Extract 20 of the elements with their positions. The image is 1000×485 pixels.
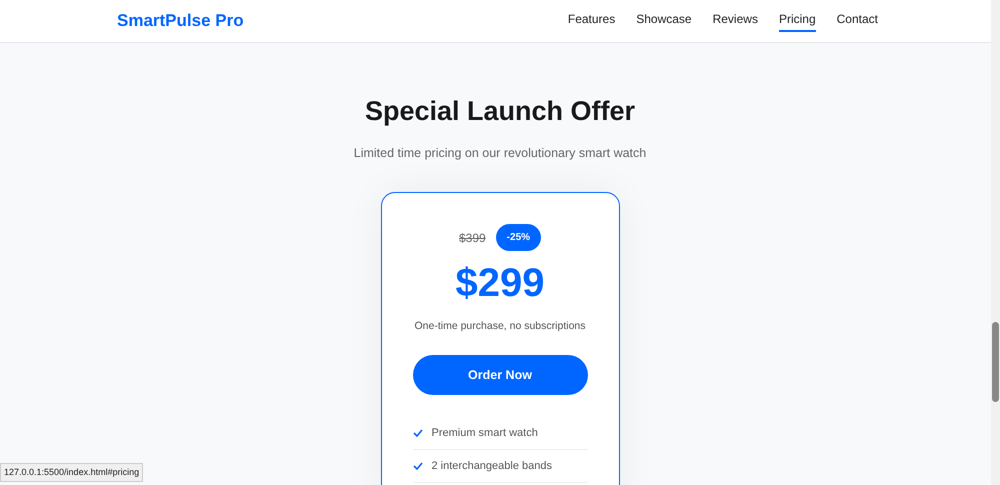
nav-link[interactable]: Pricing	[778, 10, 816, 32]
scrollbar[interactable]	[991, 0, 1000, 485]
nav-link[interactable]: Features	[568, 10, 616, 32]
discount-badge: -25%	[496, 224, 542, 252]
order-now-button[interactable]: Order Now	[412, 355, 588, 395]
status-bar-url: 127.0.0.1:5500/index.html#pricing	[0, 462, 144, 482]
nav-link[interactable]: Showcase	[636, 10, 692, 32]
feature-text: 2 interchangeable bands	[432, 458, 552, 474]
original-price: $399	[458, 230, 486, 247]
section-title: Special Launch Offer	[364, 95, 636, 128]
nav-link[interactable]: Reviews	[712, 10, 758, 32]
check-icon	[412, 429, 422, 437]
purchase-note: One-time purchase, no subscriptions	[414, 319, 586, 334]
scrollbar-thumb[interactable]	[992, 322, 999, 402]
sale-price: $299	[456, 263, 544, 304]
section-subtitle: Limited time pricing on our revolutionary smart watch	[354, 144, 646, 162]
nav-link[interactable]: Contact	[836, 10, 878, 32]
feature-text: Premium smart watch	[432, 426, 538, 441]
check-icon	[412, 462, 422, 470]
brand-logo[interactable]: SmartPulse Pro	[117, 8, 244, 34]
